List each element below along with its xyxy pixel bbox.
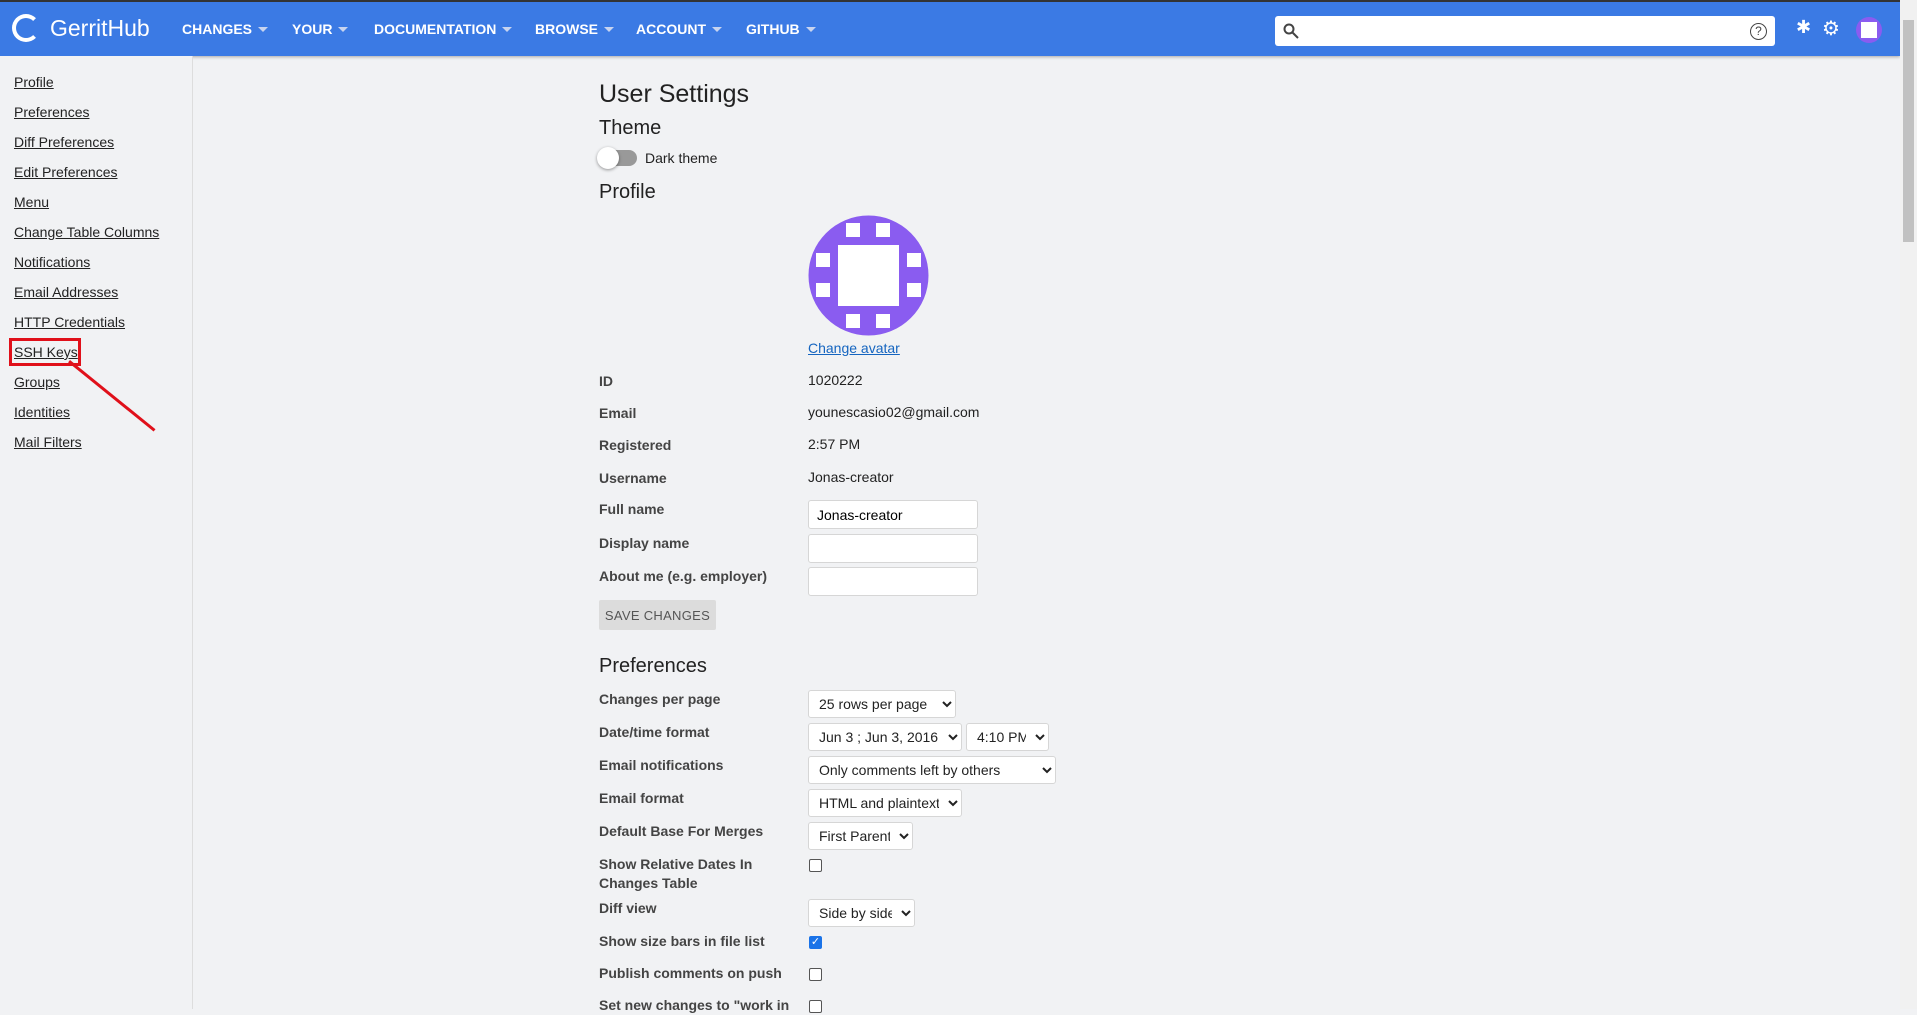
sidebar-item-http-credentials[interactable]: HTTP Credentials bbox=[14, 314, 125, 330]
search-icon bbox=[1283, 23, 1299, 39]
nav-your[interactable]: YOUR bbox=[292, 21, 349, 37]
scrollbar-thumb[interactable] bbox=[1903, 20, 1914, 242]
nav-documentation[interactable]: DOCUMENTATION bbox=[374, 21, 513, 37]
sidebar-item-identities[interactable]: Identities bbox=[14, 404, 70, 420]
date-format-select[interactable]: Jun 3 ; Jun 3, 2016 bbox=[808, 723, 962, 751]
about-me-label: About me (e.g. employer) bbox=[599, 568, 768, 584]
work-in-progress-label: Set new changes to "work in bbox=[599, 997, 790, 1013]
sidebar-item-edit-preferences[interactable]: Edit Preferences bbox=[14, 164, 118, 180]
caret-down-icon bbox=[258, 26, 269, 32]
bug-icon[interactable]: ✱ bbox=[1796, 17, 1811, 38]
change-avatar-link[interactable]: Change avatar bbox=[808, 340, 900, 356]
logo-icon bbox=[12, 14, 40, 42]
changes-per-page-select[interactable]: 25 rows per page bbox=[808, 690, 956, 718]
id-value: 1020222 bbox=[808, 372, 863, 388]
top-header: GerritHub CHANGES YOUR DOCUMENTATION BRO… bbox=[0, 0, 1900, 56]
diff-view-label: Diff view bbox=[599, 900, 657, 916]
nav-github[interactable]: GITHUB bbox=[746, 21, 816, 37]
caret-down-icon bbox=[502, 26, 513, 32]
sidebar-item-email-addresses[interactable]: Email Addresses bbox=[14, 284, 118, 300]
datetime-format-label: Date/time format bbox=[599, 724, 710, 740]
display-name-label: Display name bbox=[599, 535, 690, 551]
sidebar-item-notifications[interactable]: Notifications bbox=[14, 254, 90, 270]
user-avatar-button[interactable] bbox=[1856, 17, 1882, 43]
preferences-heading: Preferences bbox=[599, 655, 707, 677]
relative-dates-checkbox[interactable] bbox=[809, 859, 822, 872]
registered-value: 2:57 PM bbox=[808, 436, 861, 452]
email-value: younescasio02@gmail.com bbox=[808, 404, 980, 420]
publish-comments-checkbox[interactable] bbox=[809, 968, 822, 981]
email-label: Email bbox=[599, 405, 637, 421]
relative-dates-label: Show Relative Dates In Changes Table bbox=[599, 856, 753, 891]
id-label: ID bbox=[599, 373, 613, 389]
caret-down-icon bbox=[338, 26, 349, 32]
changes-per-page-label: Changes per page bbox=[599, 691, 721, 707]
sidebar-item-preferences[interactable]: Preferences bbox=[14, 104, 89, 120]
search-input[interactable] bbox=[1307, 23, 1742, 39]
registered-label: Registered bbox=[599, 437, 672, 453]
app-name: GerritHub bbox=[50, 14, 150, 41]
username-label: Username bbox=[599, 470, 667, 486]
sidebar-item-mail-filters[interactable]: Mail Filters bbox=[14, 434, 82, 450]
sidebar-item-diff-preferences[interactable]: Diff Preferences bbox=[14, 134, 114, 150]
email-notifications-select[interactable]: Only comments left by others bbox=[808, 756, 1056, 784]
sidebar-item-menu[interactable]: Menu bbox=[14, 194, 49, 210]
about-me-input[interactable] bbox=[808, 567, 978, 596]
search-bar[interactable]: ? bbox=[1275, 16, 1775, 46]
sidebar-item-profile[interactable]: Profile bbox=[14, 74, 54, 90]
nav-browse[interactable]: BROWSE bbox=[535, 21, 614, 37]
dark-theme-label: Dark theme bbox=[645, 150, 718, 166]
caret-down-icon bbox=[805, 26, 816, 32]
gear-icon[interactable]: ⚙ bbox=[1822, 16, 1840, 41]
sidebar-item-groups[interactable]: Groups bbox=[14, 374, 60, 390]
gerrithub-logo[interactable]: GerritHub bbox=[12, 14, 150, 42]
merge-base-select[interactable]: First Parent bbox=[808, 822, 913, 850]
profile-heading: Profile bbox=[599, 181, 656, 203]
email-format-label: Email format bbox=[599, 790, 684, 806]
display-name-input[interactable] bbox=[808, 534, 978, 563]
page-title: User Settings bbox=[599, 80, 750, 108]
full-name-label: Full name bbox=[599, 501, 665, 517]
profile-avatar bbox=[808, 215, 929, 336]
publish-comments-label: Publish comments on push bbox=[599, 965, 782, 981]
caret-down-icon bbox=[604, 26, 614, 32]
time-format-select[interactable]: 4:10 PM bbox=[966, 723, 1049, 751]
username-value: Jonas-creator bbox=[808, 469, 894, 485]
nav-account[interactable]: ACCOUNT bbox=[636, 21, 722, 37]
diff-view-select[interactable]: Side by side bbox=[808, 899, 915, 927]
caret-down-icon bbox=[712, 26, 722, 32]
full-name-input[interactable] bbox=[808, 500, 978, 529]
work-in-progress-checkbox[interactable] bbox=[809, 1000, 822, 1013]
theme-heading: Theme bbox=[599, 117, 662, 139]
email-format-select[interactable]: HTML and plaintext bbox=[808, 789, 962, 817]
save-changes-button[interactable]: SAVE CHANGES bbox=[599, 600, 716, 630]
email-notifications-label: Email notifications bbox=[599, 757, 724, 773]
dark-theme-toggle[interactable] bbox=[597, 147, 637, 169]
merge-base-label: Default Base For Merges bbox=[599, 823, 764, 839]
sidebar-item-change-table-columns[interactable]: Change Table Columns bbox=[14, 224, 159, 240]
help-icon[interactable]: ? bbox=[1750, 22, 1767, 40]
size-bars-label: Show size bars in file list bbox=[599, 933, 765, 949]
nav-changes[interactable]: CHANGES bbox=[182, 21, 269, 37]
size-bars-checkbox[interactable]: ✓ bbox=[809, 936, 822, 949]
